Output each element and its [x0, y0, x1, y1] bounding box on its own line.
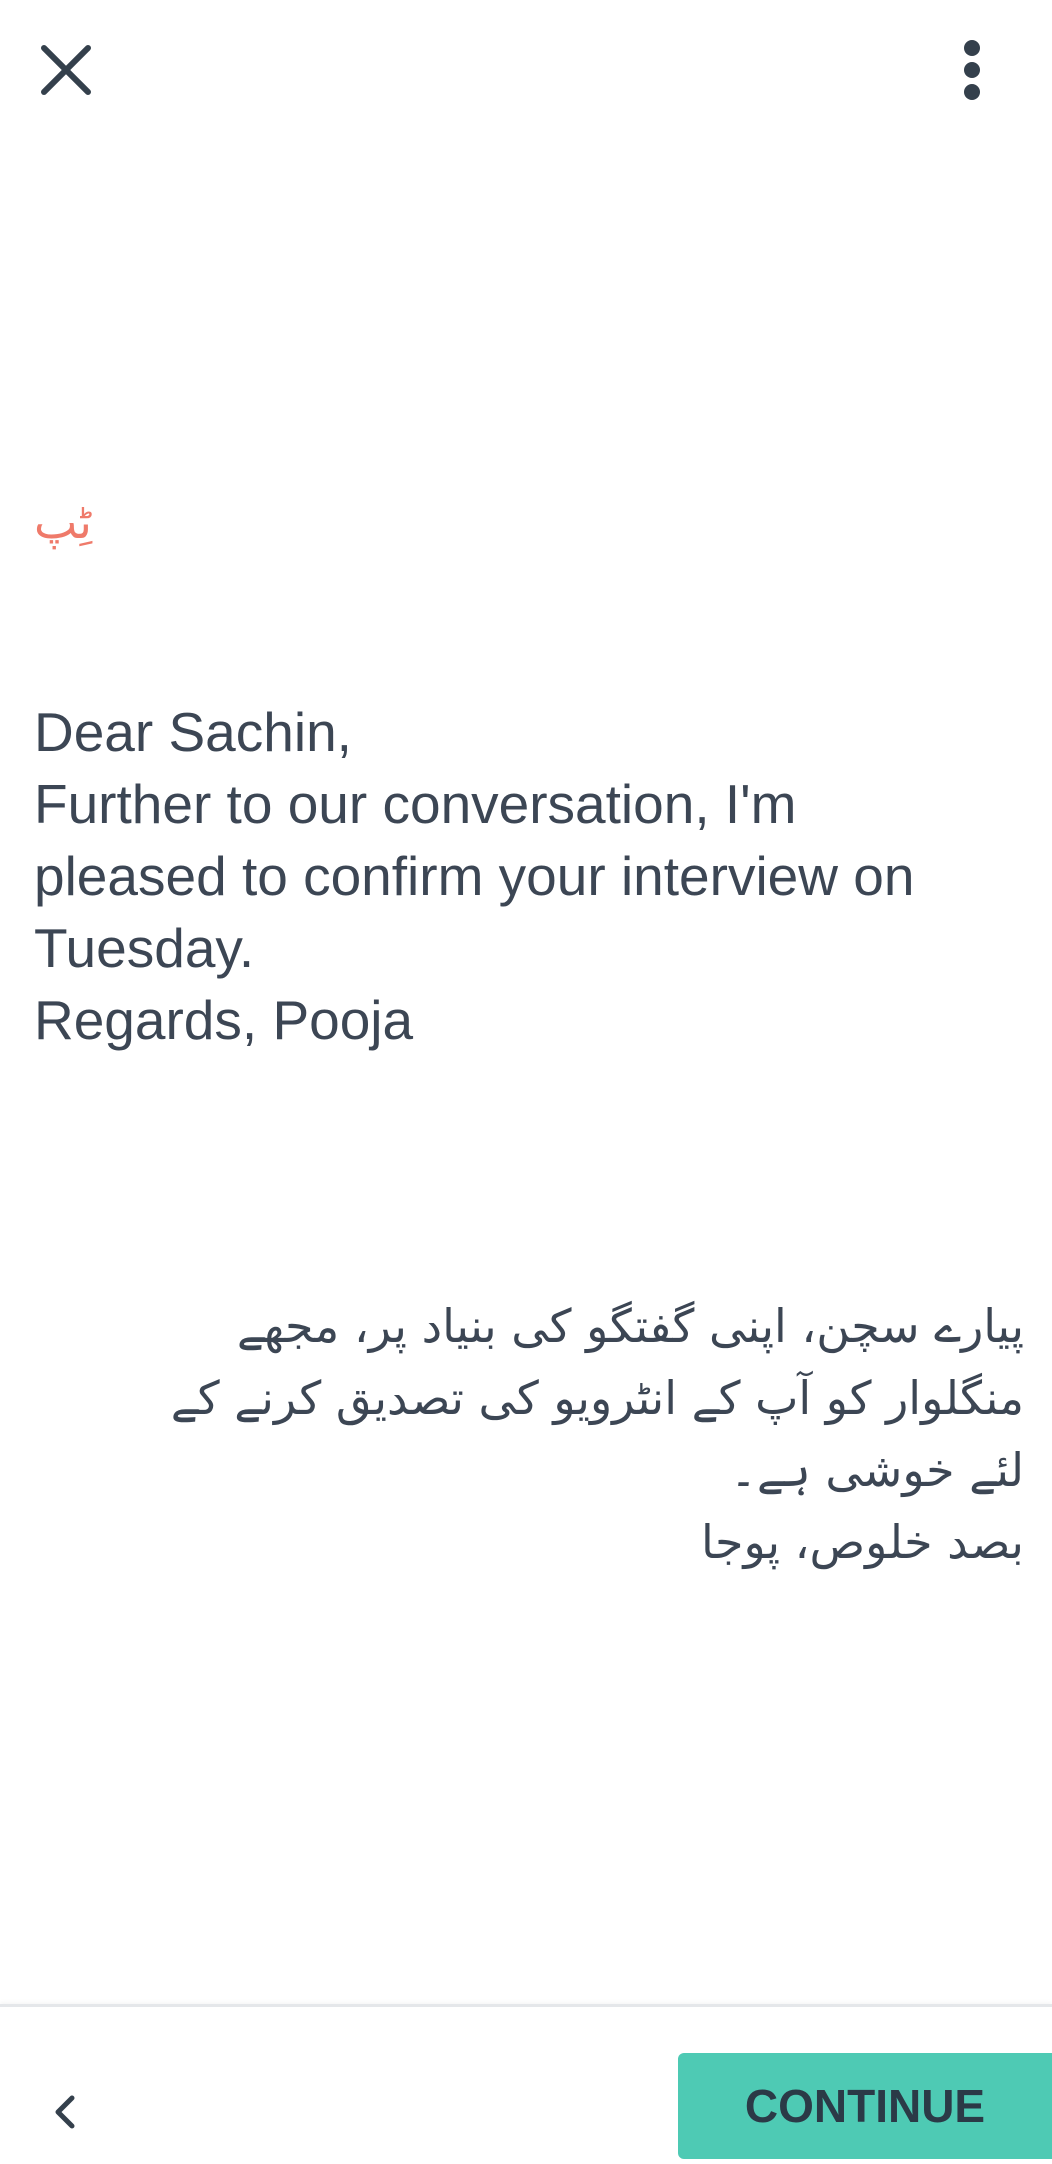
bottom-navigation-bar: CONTINUE [0, 2004, 1052, 2164]
english-line: pleased to confirm your interview on [34, 845, 915, 907]
urdu-line: پیارے سچن، اپنی گفتگو کی بنیاد پر، مجھے [236, 1299, 1024, 1353]
more-vert-icon [964, 40, 980, 100]
urdu-translation: پیارے سچن، اپنی گفتگو کی بنیاد پر، مجھے … [34, 1290, 1024, 1578]
english-line: Further to our conversation, I'm [34, 773, 797, 835]
chevron-left-icon [55, 2095, 75, 2129]
english-line: Dear Sachin, [34, 701, 352, 763]
urdu-line: منگلوار کو آپ کے انٹرویو کی تصدیق کرنے ک… [170, 1371, 1024, 1425]
close-icon [41, 45, 91, 95]
english-line: Regards, Pooja [34, 989, 414, 1051]
english-line: Tuesday. [34, 917, 255, 979]
continue-button[interactable]: CONTINUE [678, 2053, 1052, 2159]
urdu-line: بصد خلوص، پوجا [701, 1515, 1024, 1569]
tip-screen: ٹِپ Dear Sachin, Further to our conversa… [0, 0, 1052, 2164]
english-message: Dear Sachin, Further to our conversation… [34, 696, 1024, 1056]
more-options-button[interactable] [940, 30, 1004, 110]
close-button[interactable] [30, 34, 102, 106]
back-button[interactable] [30, 2067, 100, 2157]
tip-label: ٹِپ [34, 495, 92, 549]
urdu-line: لئے خوشی ہے۔ [729, 1443, 1024, 1497]
